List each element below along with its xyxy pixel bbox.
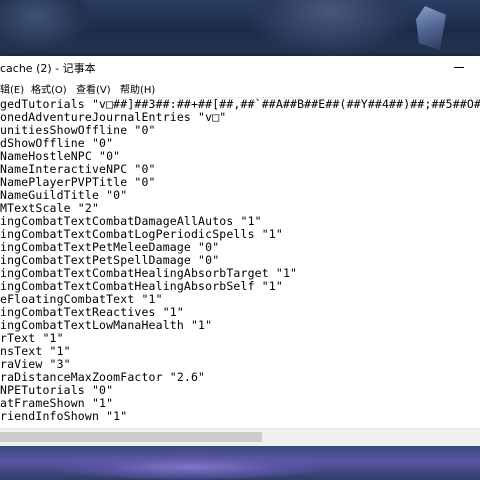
menu-view[interactable]: 查看(V) — [76, 81, 111, 96]
title-bar[interactable]: cache (2) - 记事本 — [0, 56, 480, 78]
scrollbar-thumb[interactable] — [0, 432, 262, 442]
wallpaper-rock — [250, 0, 410, 56]
minimize-icon — [454, 67, 464, 68]
text-editor[interactable]: gedTutorials "v□##]##3##:##+##[##,##`##A… — [0, 98, 480, 428]
wallpaper-glow — [60, 454, 320, 480]
wallpaper-rock — [0, 0, 90, 56]
desktop-wallpaper-top — [0, 0, 480, 56]
horizontal-scrollbar[interactable] — [0, 428, 480, 446]
menu-format[interactable]: 格式(O) — [31, 81, 67, 96]
desktop-wallpaper-bottom — [0, 446, 480, 480]
text-line: riendInfoShown "1" — [0, 409, 128, 423]
minimize-button[interactable] — [440, 56, 480, 78]
menu-help[interactable]: 帮助(H) — [120, 81, 155, 96]
notepad-window: cache (2) - 记事本 辑(E) 格式(O) 查看(V) 帮助(H) g… — [0, 56, 480, 446]
window-title: cache (2) - 记事本 — [0, 62, 96, 75]
menu-bar: 辑(E) 格式(O) 查看(V) 帮助(H) — [0, 78, 480, 98]
menu-edit[interactable]: 辑(E) — [0, 81, 24, 96]
wallpaper-crystal — [416, 6, 446, 50]
